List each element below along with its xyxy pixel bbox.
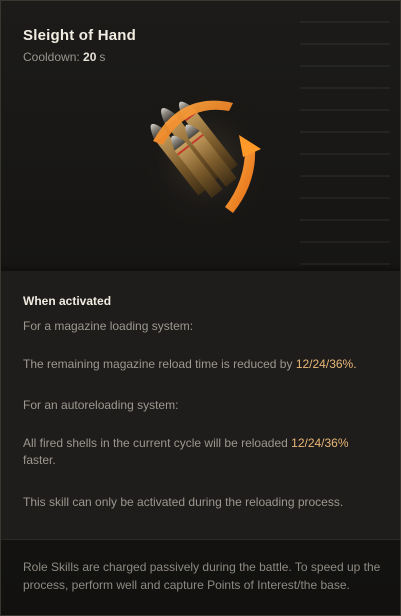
skill-title: Sleight of Hand — [23, 27, 136, 44]
autoloader-effect-suffix: faster. — [23, 453, 56, 467]
cooldown-value: 20 — [83, 50, 97, 64]
ammo-shells-reload-icon — [121, 73, 291, 243]
footer-divider — [1, 539, 400, 540]
autoloader-effect: All fired shells in the current cycle wi… — [23, 435, 373, 469]
autoloader-intro: For an autoreloading system: — [23, 398, 179, 412]
magazine-intro: For a magazine loading system: — [23, 319, 194, 333]
magazine-effect: The remaining magazine reload time is re… — [23, 356, 373, 373]
cooldown-line: Cooldown: 20 s — [23, 50, 136, 64]
magazine-effect-text: The remaining magazine reload time is re… — [23, 357, 293, 371]
footer-note: Role Skills are charged passively during… — [23, 560, 381, 592]
autoloader-effect-text: All fired shells in the current cycle wi… — [23, 436, 288, 450]
cooldown-unit: s — [99, 50, 106, 64]
skill-tooltip: Sleight of Hand Cooldown: 20 s When acti… — [0, 0, 401, 616]
activation-heading: When activated — [23, 294, 112, 308]
activation-restriction: This skill can only be activated during … — [23, 495, 344, 509]
magazine-effect-values: 12/24/36%. — [295, 357, 357, 371]
cooldown-label: Cooldown: — [23, 50, 80, 64]
autoloader-effect-values: 12/24/36% — [291, 436, 349, 450]
tooltip-header: Sleight of Hand Cooldown: 20 s — [23, 27, 136, 64]
